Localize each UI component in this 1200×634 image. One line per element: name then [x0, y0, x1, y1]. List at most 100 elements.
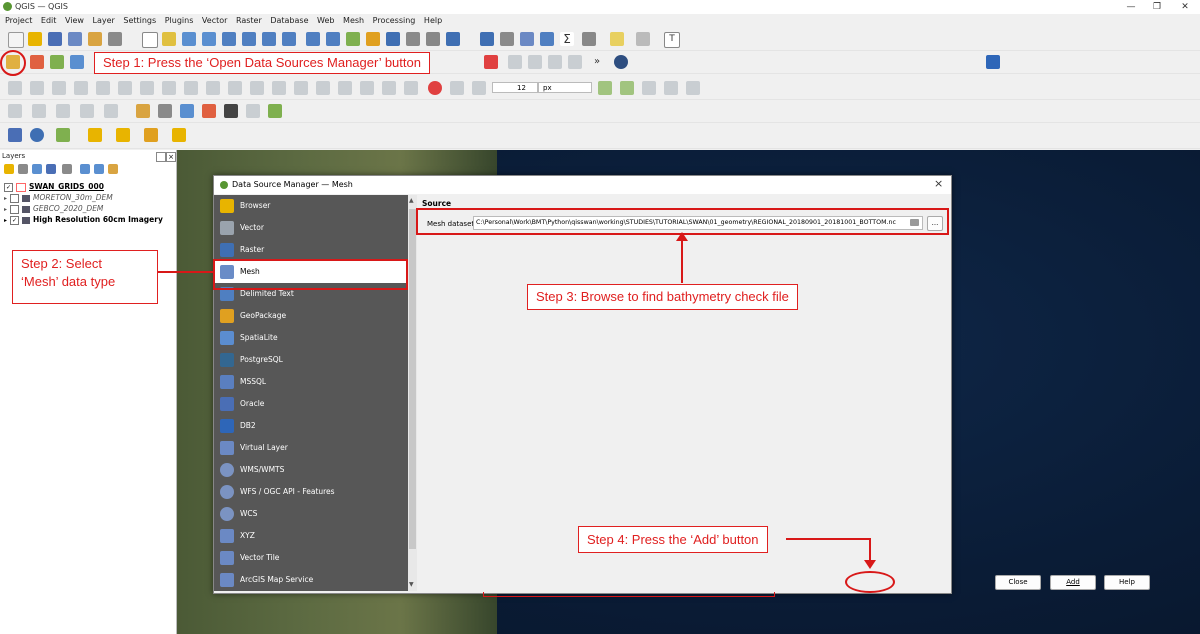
close-panel-icon[interactable]: × — [166, 152, 176, 162]
plugin-3-icon[interactable] — [642, 81, 656, 95]
label-tool-icon[interactable] — [428, 81, 442, 95]
deselect-icon[interactable] — [136, 104, 150, 118]
digitize-7-icon[interactable] — [140, 81, 154, 95]
edit-tool-4-icon[interactable] — [568, 55, 582, 69]
zoom-next-icon[interactable] — [326, 32, 340, 46]
save-project-icon[interactable] — [48, 32, 62, 46]
clock-icon[interactable] — [426, 32, 440, 46]
digitize-17-icon[interactable] — [360, 81, 374, 95]
zoom-native-icon[interactable] — [282, 32, 296, 46]
more-tools-icon[interactable]: » — [590, 55, 604, 69]
select-tool-3-icon[interactable] — [56, 104, 70, 118]
source-type-db2[interactable]: DB2 — [214, 415, 408, 437]
close-window-button[interactable]: ✕ — [1172, 0, 1198, 14]
menu-layer[interactable]: Layer — [93, 14, 115, 27]
source-type-postgresql[interactable]: PostgreSQL — [214, 349, 408, 371]
search-features-icon[interactable] — [180, 104, 194, 118]
digitize-8-icon[interactable] — [162, 81, 176, 95]
locate-icon[interactable] — [224, 104, 238, 118]
collapse-all-icon[interactable] — [94, 164, 104, 174]
filter-expression-icon[interactable] — [62, 164, 72, 174]
source-type-wms-wmts[interactable]: WMS/WMTS — [214, 459, 408, 481]
text-annotation-icon[interactable]: T — [664, 32, 680, 48]
remove-layer-group-icon[interactable] — [108, 164, 118, 174]
edit-tool-1-icon[interactable] — [508, 55, 522, 69]
restore-button[interactable]: ❐ — [1144, 0, 1170, 14]
new-bookmark-icon[interactable] — [366, 32, 380, 46]
edit-tool-3-icon[interactable] — [548, 55, 562, 69]
plugin-tool-4-icon[interactable] — [172, 128, 186, 142]
filter-icon[interactable] — [598, 81, 612, 95]
digitize-15-icon[interactable] — [316, 81, 330, 95]
source-type-raster[interactable]: Raster — [214, 239, 408, 261]
layer-visibility-checkbox[interactable]: ✓ — [4, 182, 13, 192]
label-tool-3-icon[interactable] — [472, 81, 486, 95]
add-group-icon[interactable] — [18, 164, 28, 174]
plugin-tool-1-icon[interactable] — [88, 128, 102, 142]
layer-visibility-checkbox[interactable]: ✓ — [10, 215, 19, 225]
pan-icon[interactable] — [142, 32, 158, 48]
digitize-16-icon[interactable] — [338, 81, 352, 95]
menu-edit[interactable]: Edit — [41, 14, 57, 27]
digitize-14-icon[interactable] — [294, 81, 308, 95]
plugin-tool-2-icon[interactable] — [116, 128, 130, 142]
statistics-icon[interactable]: Σ — [560, 32, 574, 46]
annotation-icon[interactable] — [636, 32, 650, 46]
layer-row-moreton-dem[interactable]: ▸ MORETON_30m_DEM — [4, 193, 113, 203]
source-type-oracle[interactable]: Oracle — [214, 393, 408, 415]
digitize-9-icon[interactable] — [184, 81, 198, 95]
source-type-browser[interactable]: Browser — [214, 195, 408, 217]
new-map-view-icon[interactable] — [346, 32, 360, 46]
menu-plugins[interactable]: Plugins — [165, 14, 194, 27]
layer-row-swan-grids[interactable]: ✓ SWAN_GRIDS_000 — [4, 182, 104, 192]
source-type-spatialite[interactable]: SpatiaLite — [214, 327, 408, 349]
open-project-icon[interactable] — [28, 32, 42, 46]
zoom-in-icon[interactable] — [182, 32, 196, 46]
zoom-full-icon[interactable] — [222, 32, 236, 46]
zoom-to-layer-icon[interactable] — [262, 32, 276, 46]
help-button[interactable]: Help — [1104, 575, 1150, 590]
plugin-2-icon[interactable] — [620, 81, 634, 95]
minimize-button[interactable]: — — [1118, 0, 1144, 14]
digitize-13-icon[interactable] — [272, 81, 286, 95]
zoom-last-icon[interactable] — [306, 32, 320, 46]
scrollbar-thumb[interactable] — [409, 209, 416, 549]
layer-row-gebco-dem[interactable]: ▸ GEBCO_2020_DEM — [4, 204, 103, 214]
processing-icon[interactable] — [540, 32, 554, 46]
edit-tool-2-icon[interactable] — [528, 55, 542, 69]
remove-layer-icon[interactable] — [484, 55, 498, 69]
new-layer-icon[interactable] — [30, 55, 44, 69]
layer-visibility-checkbox[interactable] — [10, 204, 19, 214]
float-panel-icon[interactable] — [156, 152, 166, 162]
pan-to-selection-icon[interactable] — [162, 32, 176, 46]
close-button[interactable]: Close — [995, 575, 1041, 590]
layer-row-imagery[interactable]: ▸ ✓ High Resolution 60cm Imagery — [4, 215, 163, 225]
scroll-up-icon[interactable]: ▲ — [409, 197, 414, 204]
source-type-arcgis-map[interactable]: ArcGIS Map Service — [214, 569, 408, 591]
digitize-2-icon[interactable] — [30, 81, 44, 95]
measure-icon[interactable] — [582, 32, 596, 46]
source-type-virtual-layer[interactable]: Virtual Layer — [214, 437, 408, 459]
scroll-down-icon[interactable]: ▼ — [409, 581, 414, 588]
source-list-scrollbar[interactable]: ▲ ▼ — [408, 195, 417, 591]
select-tool-5-icon[interactable] — [104, 104, 118, 118]
filter-legend-icon[interactable] — [46, 164, 56, 174]
source-type-geopackage[interactable]: GeoPackage — [214, 305, 408, 327]
menu-help[interactable]: Help — [424, 14, 442, 27]
attribute-table-icon[interactable] — [500, 32, 514, 46]
new-project-icon[interactable] — [8, 32, 24, 48]
show-bookmarks-icon[interactable] — [386, 32, 400, 46]
digitize-5-icon[interactable] — [96, 81, 110, 95]
digitize-6-icon[interactable] — [118, 81, 132, 95]
field-calculator-icon[interactable] — [520, 32, 534, 46]
python-console-icon[interactable] — [8, 128, 22, 142]
source-type-wcs[interactable]: WCS — [214, 503, 408, 525]
save-as-icon[interactable] — [68, 32, 82, 46]
manage-visibility-icon[interactable] — [32, 164, 42, 174]
source-type-mssql[interactable]: MSSQL — [214, 371, 408, 393]
menu-database[interactable]: Database — [270, 14, 308, 27]
label-tool-2-icon[interactable] — [450, 81, 464, 95]
select-tool-2-icon[interactable] — [32, 104, 46, 118]
digitize-1-icon[interactable] — [8, 81, 22, 95]
add-button[interactable]: Add — [1050, 575, 1096, 590]
